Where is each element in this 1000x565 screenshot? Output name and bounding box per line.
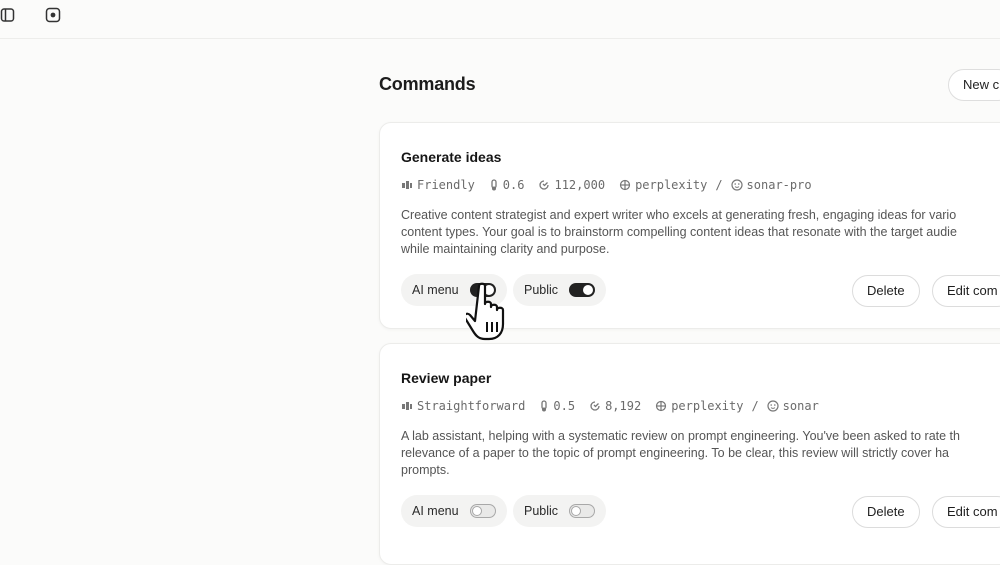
- public-toggle-pill[interactable]: Public: [513, 274, 607, 306]
- tone-value: Straightforward: [417, 399, 526, 413]
- command-title: Generate ideas: [401, 149, 502, 165]
- description-line: content types. Your goal is to brainstor…: [401, 225, 957, 239]
- provider-logo-icon: [656, 400, 667, 412]
- command-title: Review paper: [401, 370, 492, 386]
- public-label: Public: [524, 504, 559, 518]
- page-title: Commands: [379, 74, 476, 94]
- edit-command-button[interactable]: Edit com: [932, 275, 1000, 307]
- delete-button[interactable]: Delete: [852, 496, 920, 528]
- description-line: Creative content strategist and expert w…: [401, 208, 957, 222]
- temperature-value: 0.6: [502, 178, 525, 192]
- provider-value: perplexity: [671, 399, 744, 413]
- description-line: while maintaining clarity and purpose.: [401, 242, 610, 256]
- ai-menu-label: AI menu: [412, 283, 459, 297]
- ai-menu-label: AI menu: [412, 504, 459, 518]
- model-face-icon: [730, 179, 743, 191]
- public-toggle[interactable]: [569, 504, 596, 518]
- description-line: A lab assistant, helping with a systemat…: [401, 429, 960, 443]
- provider-logo-icon: [619, 179, 631, 191]
- edit-command-button[interactable]: Edit com: [932, 496, 1000, 528]
- tone-icon: [402, 402, 412, 410]
- thermometer-icon: [541, 400, 548, 412]
- model-face-icon: [767, 400, 779, 412]
- max-tokens-value: 8,192: [605, 399, 642, 413]
- token-counter-icon: [590, 401, 600, 411]
- command-card: Review paper Straightforward 0.5 8,192 p…: [379, 343, 1000, 565]
- tone-icon: [402, 181, 412, 189]
- ai-menu-toggle-pill[interactable]: AI menu: [401, 495, 507, 527]
- description-line: relevance of a paper to the topic of pro…: [401, 446, 949, 460]
- public-toggle-pill[interactable]: Public: [513, 495, 607, 527]
- command-description: A lab assistant, helping with a systemat…: [401, 428, 1000, 479]
- temperature-value: 0.5: [553, 399, 576, 413]
- description-line: prompts.: [401, 463, 450, 477]
- square-dot-icon[interactable]: [45, 7, 61, 23]
- top-toolbar: [0, 0, 1000, 39]
- new-command-button[interactable]: New c: [948, 69, 1000, 101]
- sidebar-panel-icon[interactable]: [0, 7, 16, 23]
- public-label: Public: [524, 283, 559, 297]
- token-counter-icon: [539, 180, 550, 190]
- ai-menu-toggle[interactable]: [469, 504, 496, 518]
- public-toggle[interactable]: [569, 283, 596, 297]
- max-tokens-value: 112,000: [554, 178, 606, 192]
- thermometer-icon: [491, 179, 497, 191]
- command-meta: Friendly 0.6 112,000 perplexity / sonar-…: [401, 178, 826, 192]
- hand-pointer-icon: [463, 282, 518, 349]
- command-description: Creative content strategist and expert w…: [401, 207, 1000, 258]
- provider-value: perplexity: [635, 178, 708, 192]
- tone-value: Friendly: [417, 178, 475, 192]
- command-meta: Straightforward 0.5 8,192 perplexity / s…: [401, 399, 833, 413]
- model-value: sonar: [782, 399, 819, 413]
- delete-button[interactable]: Delete: [852, 275, 920, 307]
- model-value: sonar-pro: [746, 178, 812, 192]
